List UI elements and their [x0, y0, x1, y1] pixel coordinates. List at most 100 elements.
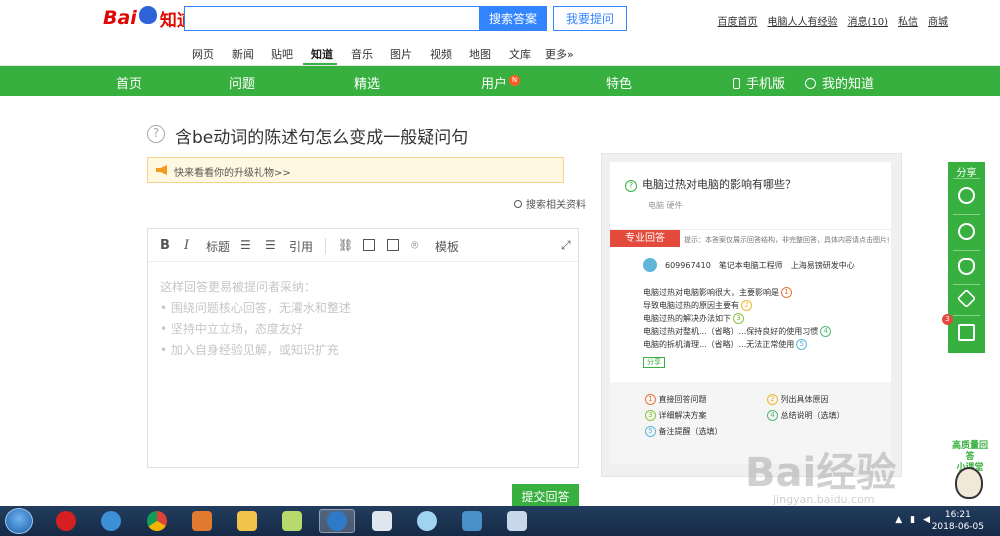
top-header: Bai 知道 搜索答案 我要提问 百度首页 电脑人人有经验 消息(10) 私信 商…: [0, 0, 1000, 38]
smile-icon: [805, 78, 816, 89]
chrome-browser-icon[interactable]: [139, 509, 175, 533]
nav-mobile[interactable]: 手机版: [733, 73, 785, 92]
example-line: 电脑的拆机清理...（省略）...无法正常使用 5: [643, 339, 808, 350]
share-title: 分享: [956, 168, 977, 179]
new-badge: N: [509, 75, 521, 86]
legend-item: 4 总结说明（选填）: [765, 410, 845, 421]
system-tray[interactable]: ▲ ▮ ◀: [895, 515, 930, 525]
remote-app-icon[interactable]: [454, 509, 490, 533]
channel-wenku[interactable]: 文库: [509, 46, 531, 62]
media-player-icon[interactable]: [184, 509, 220, 533]
channel-nav: 网页 新闻 贴吧 知道 音乐 图片 视频 地图 文库 更多»: [0, 38, 1000, 66]
start-orb-icon[interactable]: [5, 508, 33, 534]
nav-my-zhidao[interactable]: 我的知道: [805, 73, 874, 92]
nav-featured[interactable]: 精选: [354, 73, 380, 92]
channel-tieba[interactable]: 贴吧: [271, 46, 293, 62]
word-doc-icon[interactable]: [364, 509, 400, 533]
legend-item: 2 列出具体原因: [765, 394, 829, 405]
main-nav: 首页 问题 精选 用户 N 特色 手机版 我的知道: [0, 66, 1000, 96]
channel-map[interactable]: 地图: [469, 46, 491, 62]
divider: [953, 178, 980, 179]
link-mall[interactable]: 商城: [928, 13, 948, 28]
paw-icon: [138, 6, 157, 24]
search-app-icon[interactable]: [319, 509, 355, 533]
phone-icon: [733, 78, 740, 89]
share-sidebar: 分享: [948, 162, 985, 353]
tray-arrow-icon[interactable]: ▲: [895, 515, 902, 525]
submit-answer-button[interactable]: 提交回答: [512, 484, 579, 508]
editor-toolbar: B I 标题 ☰ ☰ 引用 ⛓ ⌾ 模板 ⤢: [148, 229, 578, 262]
unordered-list-icon[interactable]: ☰: [265, 238, 276, 252]
example-line: 导致电脑过热的原因主要有 2: [643, 300, 752, 311]
qq-icon[interactable]: [958, 258, 975, 275]
link-private-messages[interactable]: 私信: [898, 13, 918, 28]
ie-browser-icon[interactable]: [93, 509, 129, 533]
task-badge: 3: [942, 314, 953, 325]
video-icon[interactable]: [387, 239, 399, 251]
system-clock[interactable]: 16:21 2018-06-05: [932, 509, 984, 533]
nav-special[interactable]: 特色: [606, 73, 632, 92]
channel-news[interactable]: 新闻: [232, 46, 254, 62]
qq-app-icon[interactable]: [409, 509, 445, 533]
legend-item: 3 详细解决方案: [643, 410, 707, 421]
divider: [953, 315, 980, 316]
example-line: 电脑过热对电脑影响很大，主要影响是 1: [643, 287, 792, 298]
qzone-icon[interactable]: [956, 288, 977, 309]
paint-app-icon[interactable]: [499, 509, 535, 533]
channel-more[interactable]: 更多»: [545, 46, 574, 62]
toolbar-divider: [325, 238, 326, 254]
legend-item: 1 直接回答问题: [643, 394, 707, 405]
nav-users[interactable]: 用户 N: [481, 73, 521, 92]
task-icon[interactable]: [958, 324, 975, 341]
example-line: 电脑过热的解决办法如下 3: [643, 313, 744, 324]
link-messages[interactable]: 消息(10): [847, 13, 888, 28]
network-icon[interactable]: ▮: [910, 515, 915, 525]
example-line: 电脑过热对整机...（省略）...保持良好的使用习惯 4: [643, 326, 832, 337]
divider: [953, 214, 980, 215]
channel-music[interactable]: 音乐: [351, 46, 373, 62]
template-button[interactable]: 模板: [435, 238, 459, 255]
link-icon[interactable]: ⛓: [338, 238, 353, 252]
ordered-list-icon[interactable]: ☰: [240, 238, 251, 252]
search-related-link[interactable]: 搜索相关资料: [514, 196, 586, 211]
image-icon[interactable]: [363, 239, 375, 251]
sticky-notes-icon[interactable]: [274, 509, 310, 533]
example-share-button: 分享: [643, 357, 665, 368]
editor-placeholder: 这样回答更易被提问者采纳： • 围绕问题核心回答，无灌水和整述 • 坚持中立立场…: [160, 280, 351, 357]
ask-question-button[interactable]: 我要提问: [553, 6, 627, 31]
question-title: 含be动词的陈述句怎么变成一般疑问句: [175, 128, 469, 148]
location-icon[interactable]: ⌾: [411, 238, 418, 253]
fullscreen-icon[interactable]: ⤢: [561, 238, 571, 253]
heading-button[interactable]: 标题: [206, 238, 230, 255]
italic-button[interactable]: I: [184, 238, 189, 253]
link-baidu-home[interactable]: 百度首页: [717, 13, 757, 28]
search-answer-button[interactable]: 搜索答案: [479, 6, 547, 31]
answer-editor[interactable]: B I 标题 ☰ ☰ 引用 ⛓ ⌾ 模板 ⤢ 这样回答更易被提问者采纳： • 围…: [147, 228, 579, 468]
nav-questions[interactable]: 问题: [229, 73, 255, 92]
baidu-zhidao-logo[interactable]: Bai 知道: [103, 6, 194, 31]
link-user-account[interactable]: 电脑人人有经验: [767, 13, 837, 28]
channel-images[interactable]: 图片: [390, 46, 412, 62]
nav-home[interactable]: 首页: [116, 73, 142, 92]
channel-web[interactable]: 网页: [192, 46, 214, 62]
channel-video[interactable]: 视频: [430, 46, 452, 62]
example-tags: 电脑 硬件: [648, 201, 683, 210]
jiang-app-icon[interactable]: [48, 509, 84, 533]
question-icon: ?: [147, 125, 165, 143]
quote-button[interactable]: 引用: [289, 238, 313, 255]
mascot-icon[interactable]: [955, 467, 983, 499]
upgrade-gift-notice[interactable]: 快来看看你的升级礼物>>: [147, 157, 564, 183]
bold-button[interactable]: B: [160, 238, 170, 253]
question-icon: ?: [625, 180, 637, 192]
weibo-icon[interactable]: [958, 223, 975, 240]
volume-icon[interactable]: ◀: [923, 515, 930, 525]
search-input[interactable]: [184, 6, 479, 31]
wechat-icon[interactable]: [958, 187, 975, 204]
top-links: 百度首页 电脑人人有经验 消息(10) 私信 商城: [717, 13, 948, 28]
file-explorer-icon[interactable]: [229, 509, 265, 533]
example-hint: 提示：本答案仅展示回答结构，非完整回答，具体内容请点击图片查看: [684, 236, 889, 244]
example-card: ? 电脑过热对电脑的影响有哪些？ 电脑 硬件 专业回答 提示：本答案仅展示回答结构…: [610, 162, 891, 464]
channel-zhidao[interactable]: 知道: [311, 46, 333, 62]
professional-answer-label: 专业回答: [610, 230, 680, 247]
active-channel-underline: [303, 63, 337, 65]
